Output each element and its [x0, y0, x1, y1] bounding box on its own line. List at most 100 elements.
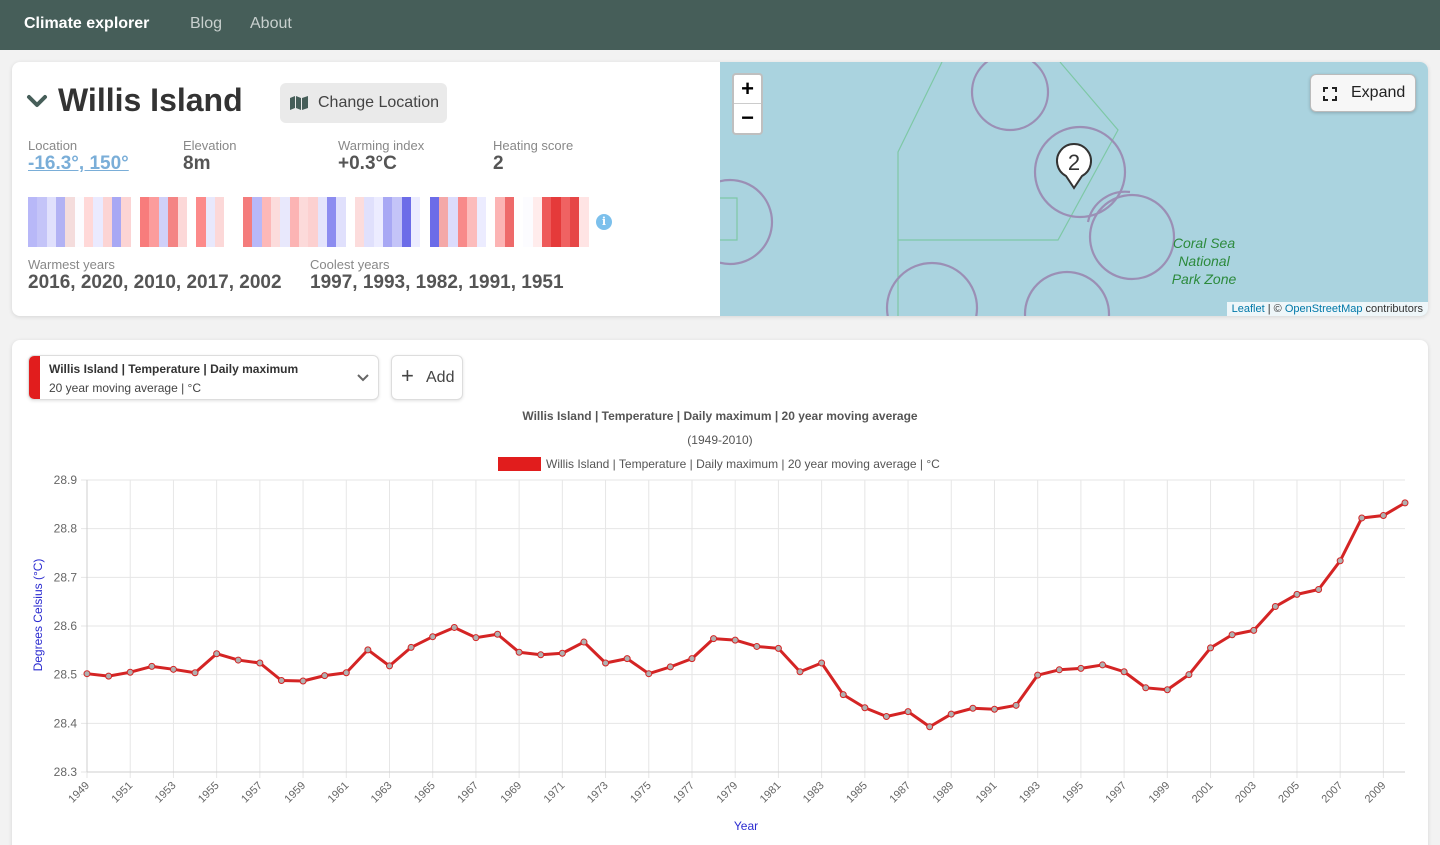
data-point[interactable] — [83, 670, 91, 678]
warming-stripe — [102, 197, 113, 247]
warming-stripe — [196, 197, 206, 247]
data-point[interactable] — [450, 623, 458, 631]
data-point[interactable] — [818, 659, 826, 667]
x-tick-label: 1953 — [153, 780, 179, 806]
osm-link[interactable]: OpenStreetMap — [1285, 303, 1363, 315]
warmest-years-value: 2016, 2020, 2010, 2017, 2002 — [28, 272, 282, 293]
data-point[interactable] — [990, 705, 998, 713]
data-point[interactable] — [882, 713, 890, 721]
x-axis-label: Year — [734, 819, 758, 833]
warming-stripe — [513, 197, 524, 247]
data-point[interactable] — [234, 656, 242, 664]
data-point[interactable] — [321, 672, 329, 680]
data-point[interactable] — [796, 668, 804, 676]
data-point[interactable] — [602, 659, 610, 667]
stat-elevation: Elevation 8m — [183, 138, 236, 175]
data-point[interactable] — [429, 633, 437, 641]
data-point[interactable] — [1293, 590, 1301, 598]
data-point[interactable] — [1185, 671, 1193, 679]
warming-stripe — [186, 197, 197, 247]
data-point[interactable] — [666, 663, 674, 671]
data-point[interactable] — [947, 710, 955, 718]
data-point[interactable] — [710, 635, 718, 643]
data-point[interactable] — [645, 670, 653, 678]
data-point[interactable] — [1315, 586, 1323, 593]
stat-value: 8m — [183, 153, 211, 174]
data-point[interactable] — [169, 665, 177, 673]
data-point[interactable] — [1207, 644, 1215, 652]
data-point[interactable] — [558, 649, 566, 657]
data-point[interactable] — [105, 672, 113, 680]
x-tick-label: 1969 — [498, 780, 524, 806]
data-point[interactable] — [1401, 499, 1409, 507]
data-point[interactable] — [385, 662, 393, 670]
x-tick-label: 1993 — [1017, 780, 1043, 806]
data-point[interactable] — [537, 651, 545, 659]
data-point[interactable] — [1336, 557, 1344, 565]
data-point[interactable] — [926, 723, 934, 731]
data-point[interactable] — [861, 704, 869, 712]
expand-label: Expand — [1351, 84, 1406, 101]
data-point[interactable] — [515, 648, 523, 656]
data-point[interactable] — [1077, 664, 1085, 672]
legend-label[interactable]: Willis Island | Temperature | Daily maxi… — [546, 457, 940, 471]
legend-swatch[interactable] — [498, 457, 541, 471]
brand-link[interactable]: Climate explorer — [24, 15, 149, 33]
data-point[interactable] — [904, 708, 912, 716]
coolest-years-value: 1997, 1993, 1982, 1991, 1951 — [310, 272, 564, 293]
zoom-in-button[interactable]: + — [734, 75, 761, 104]
data-point[interactable] — [1055, 666, 1063, 674]
data-point[interactable] — [731, 636, 739, 644]
change-location-button[interactable]: Change Location — [280, 83, 447, 123]
data-point[interactable] — [774, 644, 782, 652]
data-point[interactable] — [1099, 661, 1107, 669]
data-point[interactable] — [1228, 631, 1236, 639]
nav-link-blog[interactable]: Blog — [190, 15, 222, 33]
nav-link-about[interactable]: About — [250, 15, 292, 33]
data-point[interactable] — [969, 704, 977, 712]
park-label-line: National — [1178, 253, 1230, 269]
data-point[interactable] — [148, 662, 156, 670]
warming-stripe — [261, 197, 271, 247]
expand-map-button[interactable]: Expand — [1310, 74, 1416, 112]
data-point[interactable] — [839, 691, 847, 699]
zoom-out-button[interactable]: − — [734, 104, 761, 133]
data-point[interactable] — [407, 643, 415, 651]
map[interactable]: 2 + − Expand Coral Sea National Park Zon… — [720, 62, 1428, 316]
data-point[interactable] — [1163, 686, 1171, 694]
data-point[interactable] — [1358, 514, 1366, 522]
data-point[interactable] — [1034, 671, 1042, 679]
data-point[interactable] — [277, 677, 285, 685]
data-point[interactable] — [299, 677, 307, 685]
data-point[interactable] — [472, 634, 480, 642]
data-point[interactable] — [126, 668, 134, 676]
data-point[interactable] — [1012, 701, 1020, 709]
data-point[interactable] — [580, 638, 588, 646]
data-point[interactable] — [753, 642, 761, 650]
warming-stripe — [392, 197, 402, 247]
data-point[interactable] — [364, 646, 372, 654]
x-tick-label: 1961 — [326, 780, 352, 806]
data-point[interactable] — [1120, 668, 1128, 676]
data-point[interactable] — [1379, 512, 1387, 520]
location-title: Willis Island — [58, 82, 243, 118]
data-point[interactable] — [688, 655, 696, 663]
data-point[interactable] — [1250, 626, 1258, 634]
chevron-down-icon[interactable] — [26, 94, 48, 108]
coordinates-link[interactable]: -16.3°, 150° — [28, 153, 129, 175]
location-card: Willis Island Change Location Location -… — [12, 62, 1428, 316]
data-point[interactable] — [213, 650, 221, 658]
data-point[interactable] — [1142, 684, 1150, 692]
leaflet-link[interactable]: Leaflet — [1232, 303, 1265, 315]
data-point[interactable] — [1271, 603, 1279, 611]
attribution-tail: contributors — [1362, 303, 1423, 315]
data-point[interactable] — [623, 655, 631, 663]
info-icon[interactable]: i — [596, 214, 612, 230]
data-point[interactable] — [494, 630, 502, 638]
y-tick-label: 28.9 — [54, 473, 78, 487]
map-marker[interactable]: 2 — [1056, 143, 1092, 190]
data-point[interactable] — [256, 659, 264, 667]
data-point[interactable] — [191, 669, 199, 677]
data-point[interactable] — [342, 669, 350, 677]
x-tick-label: 1999 — [1147, 780, 1173, 806]
